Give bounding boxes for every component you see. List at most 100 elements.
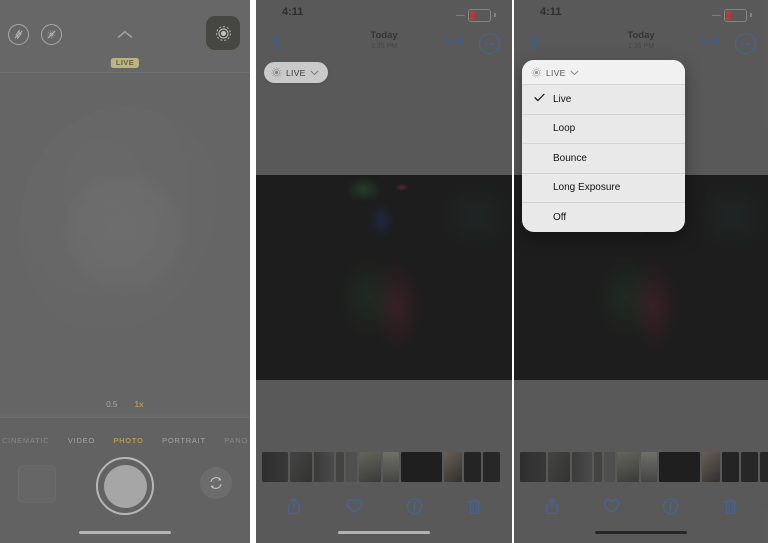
camera-viewfinder[interactable] — [0, 73, 250, 414]
live-photo-off-icon[interactable] — [41, 24, 62, 45]
photo-toolbar — [256, 489, 512, 523]
filmstrip-thumb[interactable] — [359, 452, 381, 482]
menu-item-label: Bounce — [553, 152, 587, 164]
share-icon[interactable] — [539, 493, 565, 519]
share-icon[interactable] — [281, 493, 307, 519]
camera-mode-pano[interactable]: PANO — [224, 436, 248, 445]
battery-fill — [726, 11, 732, 20]
more-dot — [744, 42, 747, 45]
battery-icon — [456, 9, 496, 22]
trash-icon[interactable] — [717, 493, 743, 519]
more-options-icon[interactable] — [735, 33, 756, 54]
filmstrip-thumb[interactable] — [741, 452, 758, 482]
trash-icon[interactable] — [461, 493, 487, 519]
heart-icon[interactable] — [598, 493, 624, 519]
photo-filmstrip[interactable] — [256, 451, 512, 483]
filmstrip-thumb[interactable] — [314, 452, 334, 482]
flip-camera-icon[interactable] — [200, 467, 232, 499]
live-photo-icon — [531, 67, 542, 78]
chevron-up-icon[interactable] — [117, 26, 134, 44]
home-indicator — [595, 530, 687, 534]
filmstrip-thumb[interactable] — [520, 452, 546, 482]
filmstrip-thumb[interactable] — [383, 452, 399, 482]
flash-off-icon[interactable] — [8, 24, 29, 45]
navigation-bar: Today 1:35 PM Edit — [514, 26, 768, 60]
menu-item-bounce[interactable]: Bounce — [522, 143, 685, 173]
edit-button[interactable]: Edit — [446, 36, 462, 47]
filmstrip-thumb[interactable] — [548, 452, 570, 482]
viewfinder-blob — [61, 169, 189, 298]
menu-item-live[interactable]: Live — [522, 84, 685, 114]
filmstrip-thumb[interactable] — [572, 452, 592, 482]
filmstrip-thumb[interactable] — [336, 452, 344, 482]
camera-mode-cinematic[interactable]: CINEMATIC — [2, 436, 49, 445]
live-photo-icon — [271, 67, 282, 78]
battery-shell — [724, 9, 748, 22]
more-dot — [740, 42, 743, 45]
filmstrip-thumb-selected[interactable] — [659, 452, 700, 482]
more-dot — [484, 42, 487, 45]
home-indicator — [338, 530, 430, 534]
filmstrip-thumb[interactable] — [464, 452, 481, 482]
shutter-button[interactable] — [96, 457, 154, 515]
more-dot — [492, 42, 495, 45]
home-indicator — [79, 530, 171, 534]
live-effects-menu[interactable]: LIVE Live Loop Bounce Long Exposure Off — [522, 60, 685, 232]
status-bar: 4:11 — [514, 0, 768, 26]
photo-image[interactable] — [256, 175, 512, 380]
photo-date-label: Today — [627, 30, 655, 41]
filmstrip-thumb[interactable] — [702, 452, 720, 482]
filmstrip-thumb[interactable] — [262, 452, 288, 482]
menu-item-off[interactable]: Off — [522, 202, 685, 232]
info-icon[interactable] — [401, 493, 427, 519]
more-dot — [488, 42, 491, 45]
filmstrip-thumb[interactable] — [722, 452, 739, 482]
filmstrip-thumb[interactable] — [483, 452, 500, 482]
filmstrip-thumb[interactable] — [604, 452, 615, 482]
filmstrip-thumb[interactable] — [290, 452, 312, 482]
zoom-option-0_5[interactable]: 0.5 — [106, 400, 117, 409]
camera-mode-portrait[interactable]: PORTRAIT — [162, 436, 206, 445]
camera-bottom-divider — [0, 417, 250, 418]
battery-nub — [750, 13, 752, 18]
filmstrip-thumb[interactable] — [760, 452, 768, 482]
more-options-icon[interactable] — [479, 33, 500, 54]
panel-live-effects-menu: 4:11 Today 1:35 PM Edit LIVE Live Loop B… — [514, 0, 768, 543]
panel-camera-app: LIVE 0.5 1x CINEMATIC VIDEO PHOTO PORTRA… — [0, 0, 250, 543]
live-photo-icon[interactable] — [206, 16, 240, 50]
chevron-down-icon — [570, 70, 579, 75]
heart-icon[interactable] — [341, 493, 367, 519]
info-icon[interactable] — [658, 493, 684, 519]
menu-item-label: Off — [553, 211, 567, 223]
photo-time-label: 1:35 PM — [627, 43, 655, 50]
menu-item-loop[interactable]: Loop — [522, 113, 685, 144]
battery-shell — [468, 9, 492, 22]
battery-fill — [470, 11, 476, 20]
status-bar-dash — [456, 14, 466, 16]
camera-mode-photo[interactable]: PHOTO — [113, 436, 143, 445]
filmstrip-thumb[interactable] — [346, 452, 357, 482]
camera-roll-thumbnail[interactable] — [18, 465, 56, 503]
camera-bottom-bar: CINEMATIC VIDEO PHOTO PORTRAIT PANO — [0, 417, 250, 543]
zoom-option-1x[interactable]: 1x — [134, 399, 143, 409]
zoom-selector[interactable]: 0.5 1x — [0, 399, 250, 409]
photo-filmstrip[interactable] — [514, 451, 768, 483]
filmstrip-thumb[interactable] — [641, 452, 657, 482]
filmstrip-thumb[interactable] — [594, 452, 602, 482]
navigation-bar: Today 1:35 PM Edit — [256, 26, 512, 60]
camera-mode-video[interactable]: VIDEO — [68, 436, 95, 445]
camera-mode-selector[interactable]: CINEMATIC VIDEO PHOTO PORTRAIT PANO — [0, 436, 250, 445]
filmstrip-thumb[interactable] — [444, 452, 462, 482]
live-effects-menu-header[interactable]: LIVE — [522, 60, 685, 84]
photo-date-label: Today — [370, 30, 398, 41]
live-photo-mode-pill[interactable]: LIVE — [264, 62, 328, 83]
filmstrip-thumb[interactable] — [617, 452, 639, 482]
menu-item-label: Loop — [553, 123, 576, 135]
live-badge: LIVE — [110, 58, 140, 68]
filmstrip-thumb-selected[interactable] — [401, 452, 442, 482]
live-menu-header-label: LIVE — [546, 67, 566, 78]
edit-button[interactable]: Edit — [702, 36, 718, 47]
menu-item-long-exposure[interactable]: Long Exposure — [522, 172, 685, 203]
status-bar-time: 4:11 — [540, 6, 562, 18]
screenshot-stage: LIVE 0.5 1x CINEMATIC VIDEO PHOTO PORTRA… — [0, 0, 768, 543]
